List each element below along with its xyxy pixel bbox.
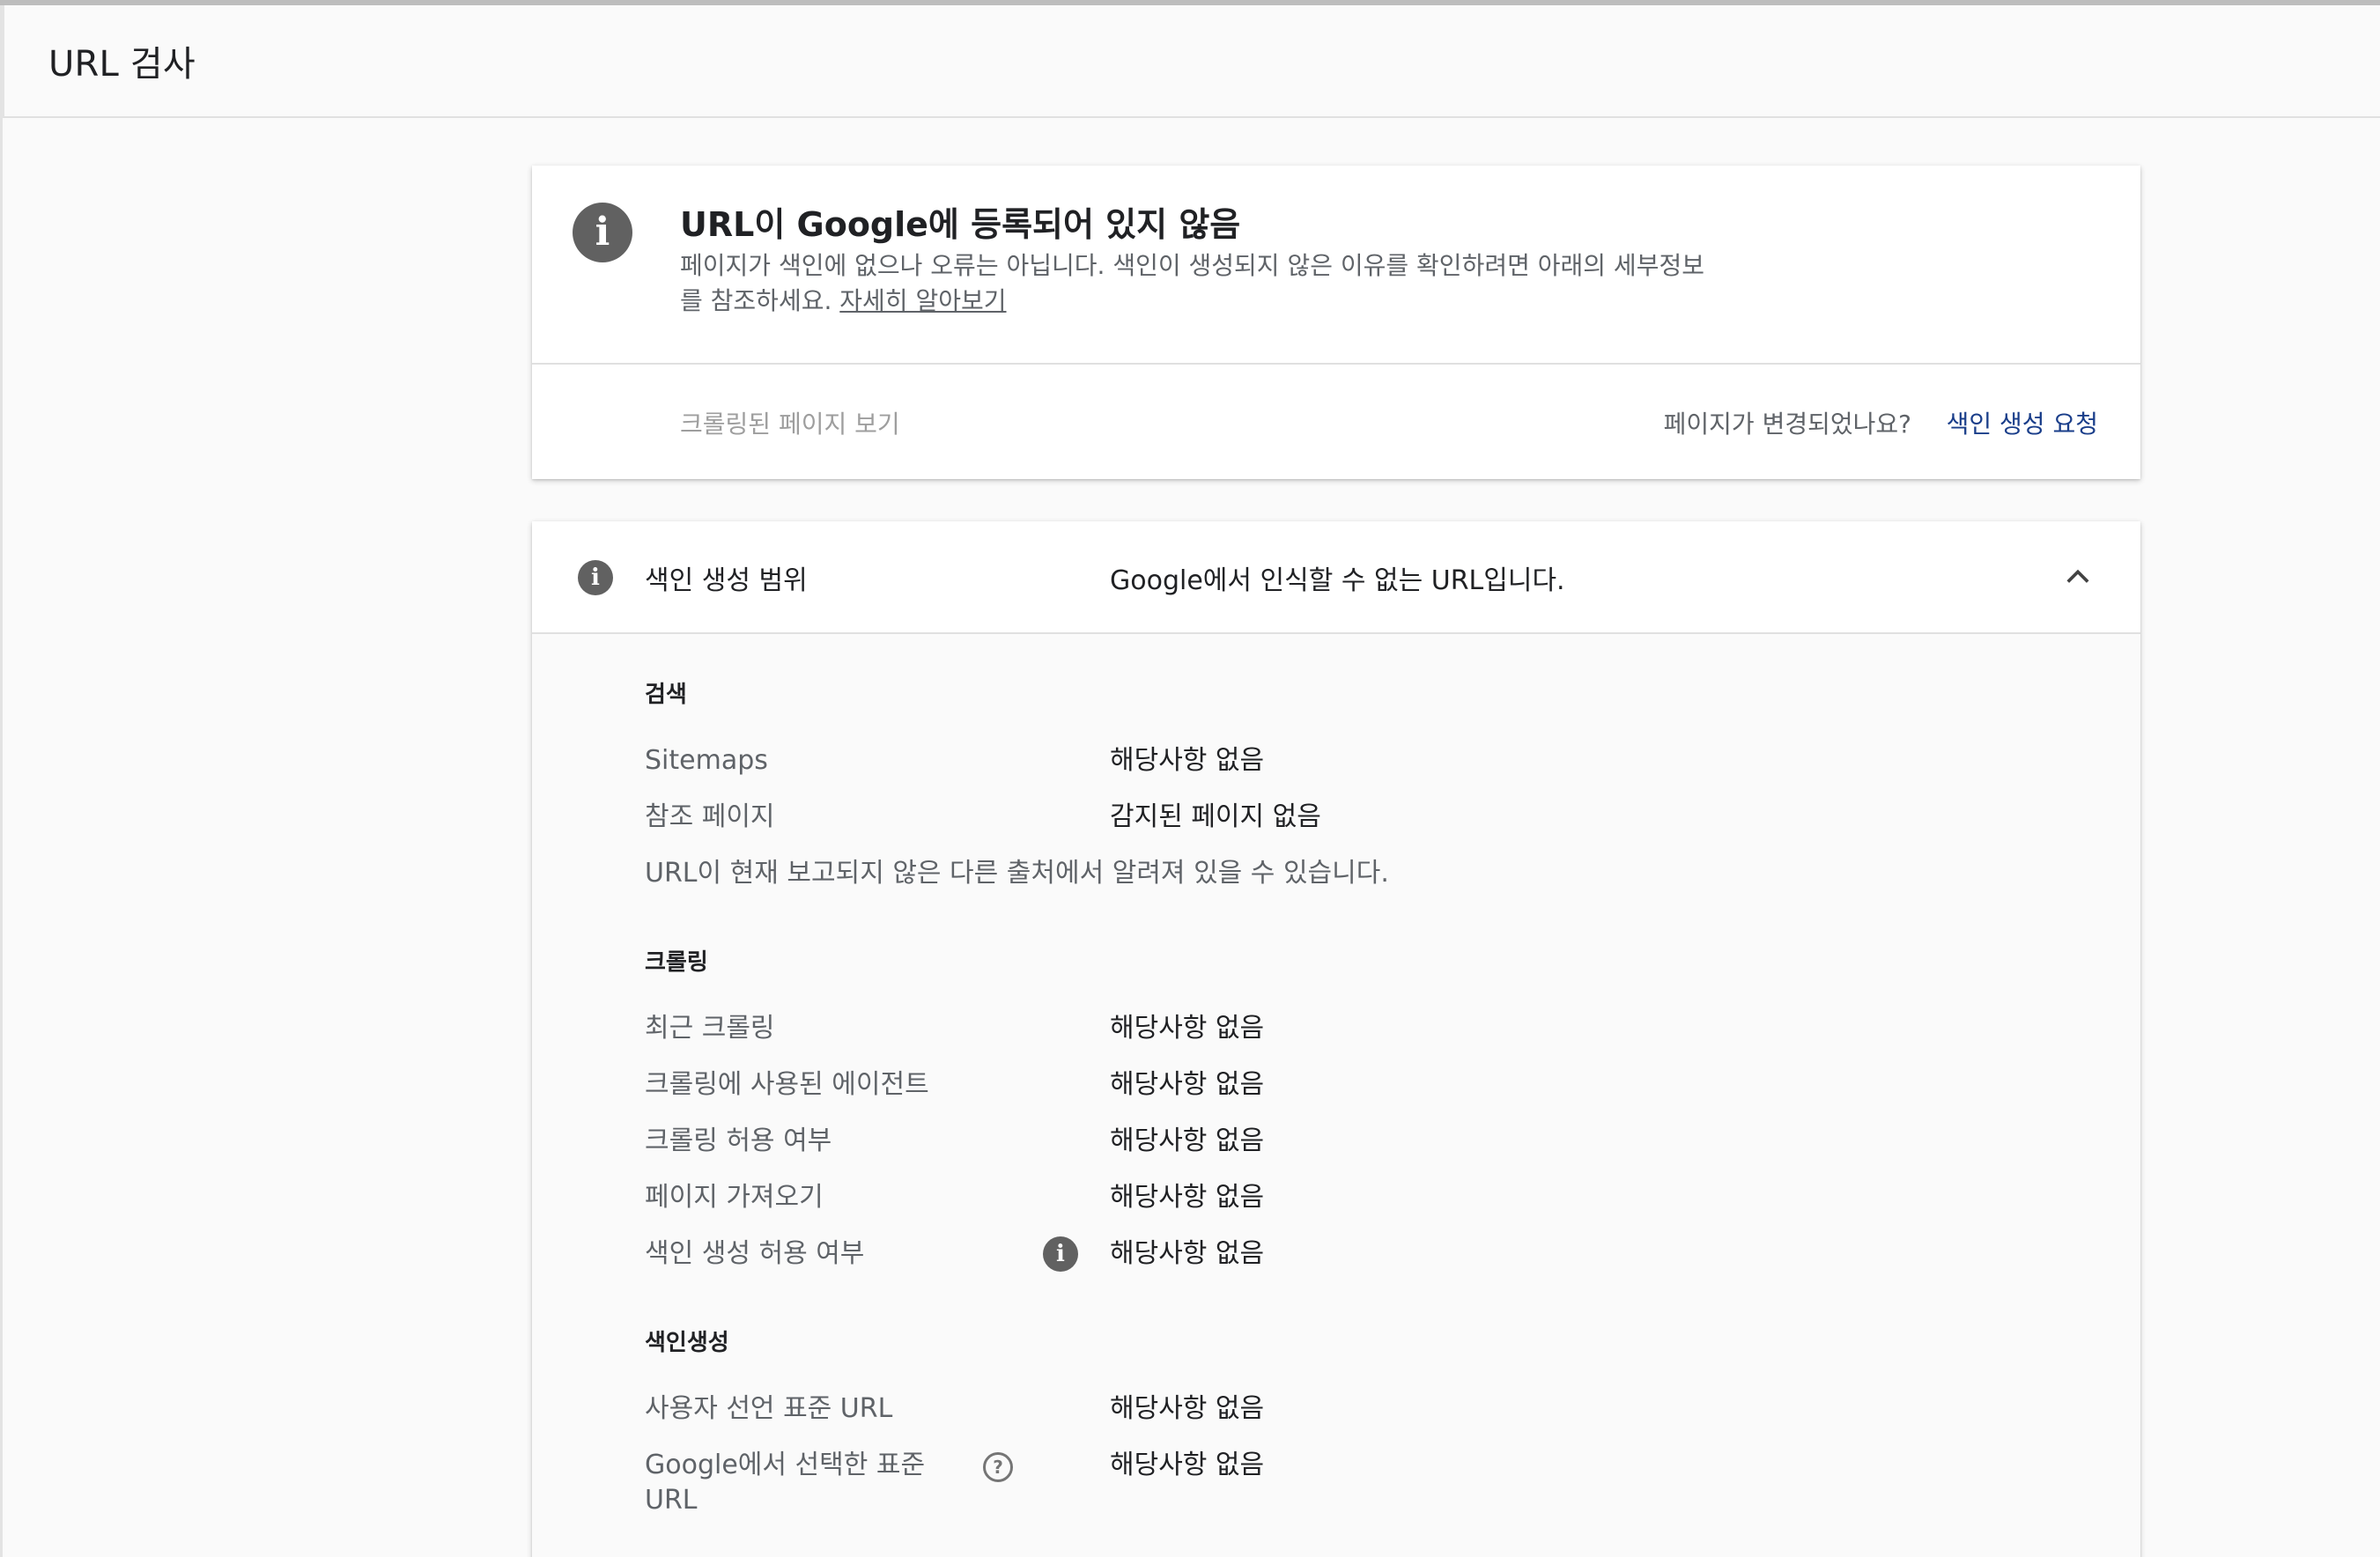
section-heading-indexing: 색인생성 (645, 1330, 729, 1356)
row-value-last-crawl: 해당사항 없음 (1110, 1013, 1265, 1044)
row-label-page-fetch: 페이지 가져오기 (645, 1182, 824, 1213)
row-value-google-canonical: 해당사항 없음 (1110, 1450, 1265, 1480)
top-bar: URL 검사 (3, 5, 2380, 118)
status-summary: i URL이 Google에 등록되어 있지 않음 페이지가 색인에 없으나 오… (532, 166, 2140, 365)
learn-more-link[interactable]: 자세히 알아보기 (839, 286, 1006, 315)
status-title: URL이 Google에 등록되어 있지 않음 (680, 205, 1241, 244)
status-description-text: 페이지가 색인에 없으나 오류는 아닙니다. 색인이 생성되지 않은 이유를 확… (680, 251, 1704, 315)
status-actions: 크롤링된 페이지 보기 페이지가 변경되었나요? 색인 생성 요청 (532, 365, 2140, 479)
info-icon: i (578, 560, 613, 595)
page-title: URL 검사 (48, 44, 196, 85)
row-value-indexing-allowed: 해당사항 없음 (1110, 1238, 1265, 1269)
coverage-header[interactable]: i 색인 생성 범위 Google에서 인식할 수 없는 URL입니다. (532, 521, 2140, 634)
row-value-sitemaps: 해당사항 없음 (1110, 745, 1265, 776)
coverage-card: i 색인 생성 범위 Google에서 인식할 수 없는 URL입니다. 검색 … (532, 521, 2140, 1557)
row-label-referring-page: 참조 페이지 (645, 801, 775, 832)
row-value-user-canonical: 해당사항 없음 (1110, 1393, 1265, 1424)
request-indexing-button[interactable]: 색인 생성 요청 (1947, 405, 2098, 440)
section-heading-crawl: 크롤링 (645, 949, 708, 976)
chevron-up-icon[interactable] (2063, 562, 2093, 592)
status-description: 페이지가 색인에 없으나 오류는 아닙니다. 색인이 생성되지 않은 이유를 확… (680, 248, 1719, 319)
left-edge (0, 5, 3, 1557)
row-value-referring-page: 감지된 페이지 없음 (1110, 801, 1321, 832)
row-label-crawl-allowed: 크롤링 허용 여부 (645, 1125, 832, 1156)
help-icon[interactable]: ? (983, 1452, 1013, 1482)
coverage-value: Google에서 인식할 수 없는 URL입니다. (1110, 565, 1565, 596)
url-inspection-page: URL 검사 i URL이 Google에 등록되어 있지 않음 페이지가 색인… (0, 0, 2380, 1557)
row-value-crawled-as: 해당사항 없음 (1110, 1069, 1265, 1100)
row-label-crawled-as: 크롤링에 사용된 에이전트 (645, 1069, 929, 1100)
row-label-google-canonical: Google에서 선택한 표준 URL (645, 1450, 926, 1516)
status-card: i URL이 Google에 등록되어 있지 않음 페이지가 색인에 없으나 오… (532, 166, 2140, 479)
row-label-sitemaps: Sitemaps (645, 745, 768, 776)
row-label-user-canonical: 사용자 선언 표준 URL (645, 1393, 893, 1424)
row-value-page-fetch: 해당사항 없음 (1110, 1182, 1265, 1213)
discovery-note: URL이 현재 보고되지 않은 다른 출처에서 알려져 있을 수 있습니다. (645, 858, 1389, 889)
info-icon: i (573, 203, 632, 262)
section-heading-discovery: 검색 (645, 682, 687, 708)
row-value-crawl-allowed: 해당사항 없음 (1110, 1125, 1265, 1156)
page-changed-question: 페이지가 변경되었나요? (1663, 410, 1911, 439)
coverage-label: 색인 생성 범위 (645, 565, 808, 596)
row-label-indexing-allowed: 색인 생성 허용 여부 (645, 1238, 865, 1269)
view-crawled-page-button[interactable]: 크롤링된 페이지 보기 (680, 405, 900, 440)
info-icon[interactable]: i (1043, 1236, 1078, 1272)
row-label-last-crawl: 최근 크롤링 (645, 1013, 775, 1044)
